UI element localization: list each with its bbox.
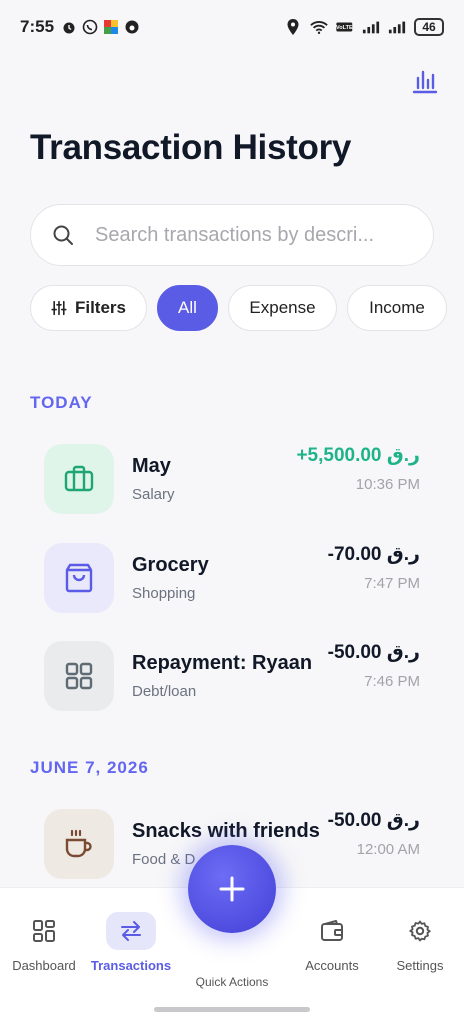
- battery-indicator: 46: [414, 18, 444, 36]
- quick-actions-button[interactable]: [188, 845, 276, 933]
- nav-accounts[interactable]: Accounts: [287, 912, 377, 973]
- transaction-time: 10:36 PM: [355, 476, 420, 493]
- transaction-meta: -70.00 ر.ق 7:47 PM: [328, 543, 420, 592]
- notification-icons: [60, 18, 141, 36]
- status-left: 7:55: [20, 17, 141, 37]
- grid-icon: [65, 662, 93, 690]
- nav-settings[interactable]: Settings: [375, 912, 464, 973]
- search-bar[interactable]: [30, 204, 434, 266]
- quick-actions-label: Quick Actions: [195, 975, 269, 989]
- sliders-icon: [51, 300, 67, 316]
- transaction-time: 7:46 PM: [364, 673, 420, 690]
- nav-label: Dashboard: [12, 958, 76, 973]
- transaction-row[interactable]: Repayment: Ryaan Debt/loan -50.00 ر.ق 7:…: [44, 641, 420, 711]
- svg-text:VoLTE: VoLTE: [336, 25, 353, 31]
- signal-icon-2: [388, 18, 406, 36]
- search-icon: [51, 223, 75, 247]
- nav-label: Transactions: [90, 958, 172, 973]
- gear-icon: [409, 920, 431, 942]
- transaction-time: 7:47 PM: [364, 575, 420, 592]
- chip-expense[interactable]: Expense: [228, 285, 337, 331]
- app-icon: [102, 18, 120, 36]
- filters-button[interactable]: Filters: [30, 285, 147, 331]
- shopping-bag-icon: [65, 563, 93, 593]
- filters-label: Filters: [74, 298, 126, 317]
- plus-icon: [219, 876, 245, 902]
- transaction-meta: -50.00 ر.ق 12:00 AM: [328, 809, 420, 858]
- transaction-time: 12:00 AM: [356, 841, 420, 858]
- location-icon: [284, 18, 302, 36]
- home-indicator[interactable]: [154, 1007, 310, 1012]
- nav-icon-container: [106, 912, 156, 950]
- transaction-row[interactable]: Grocery Shopping -70.00 ر.ق 7:47 PM: [44, 543, 420, 613]
- whatsapp-icon: [81, 18, 99, 36]
- transaction-row[interactable]: May Salary +5,500.00 ر.ق 10:36 PM: [44, 444, 420, 514]
- chip-all[interactable]: All: [157, 285, 218, 331]
- nav-icon-container: [307, 912, 357, 950]
- transaction-meta: -50.00 ر.ق 7:46 PM: [328, 641, 420, 690]
- coffee-cup-icon: [65, 829, 92, 858]
- chip-income[interactable]: Income: [347, 285, 447, 331]
- section-header-date: JUNE 7, 2026: [30, 758, 149, 777]
- status-right: VoLTE 46: [284, 18, 444, 36]
- status-time: 7:55: [20, 17, 55, 36]
- nav-icon-container: [19, 912, 69, 950]
- section-header-today: TODAY: [30, 393, 93, 412]
- filter-chips: Filters All Expense Income: [30, 285, 464, 331]
- vodafone-icon: [123, 18, 141, 36]
- nav-transactions[interactable]: Transactions: [86, 912, 176, 973]
- nav-dashboard[interactable]: Dashboard: [0, 912, 89, 973]
- transaction-icon-tile: [44, 641, 114, 711]
- nav-label: Accounts: [305, 958, 359, 973]
- transaction-amount: +5,500.00 ر.ق: [296, 445, 420, 466]
- statistics-button[interactable]: [410, 66, 440, 96]
- wifi-icon: [310, 18, 328, 36]
- transaction-amount: -70.00 ر.ق: [327, 544, 420, 565]
- page-title: Transaction History: [30, 128, 352, 167]
- transaction-amount: -50.00 ر.ق: [327, 810, 420, 831]
- transaction-amount: -50.00 ر.ق: [327, 642, 420, 663]
- transaction-icon-tile: [44, 444, 114, 514]
- wallet-icon: [321, 920, 343, 941]
- transaction-icon-tile: [44, 543, 114, 613]
- transaction-icon-tile: [44, 809, 114, 879]
- alarm-icon: [60, 18, 78, 36]
- swap-arrows-icon: [121, 921, 141, 941]
- transaction-meta: +5,500.00 ر.ق 10:36 PM: [296, 444, 420, 493]
- signal-icon: [362, 18, 380, 36]
- bar-chart-icon: [412, 70, 438, 94]
- search-input[interactable]: [95, 223, 413, 247]
- briefcase-icon: [64, 465, 94, 492]
- dashboard-icon: [33, 920, 55, 942]
- nav-icon-container: [395, 912, 445, 950]
- nav-label: Settings: [396, 958, 444, 973]
- status-bar: 7:55 VoLTE 46: [0, 0, 464, 54]
- volte-icon: VoLTE: [336, 18, 354, 36]
